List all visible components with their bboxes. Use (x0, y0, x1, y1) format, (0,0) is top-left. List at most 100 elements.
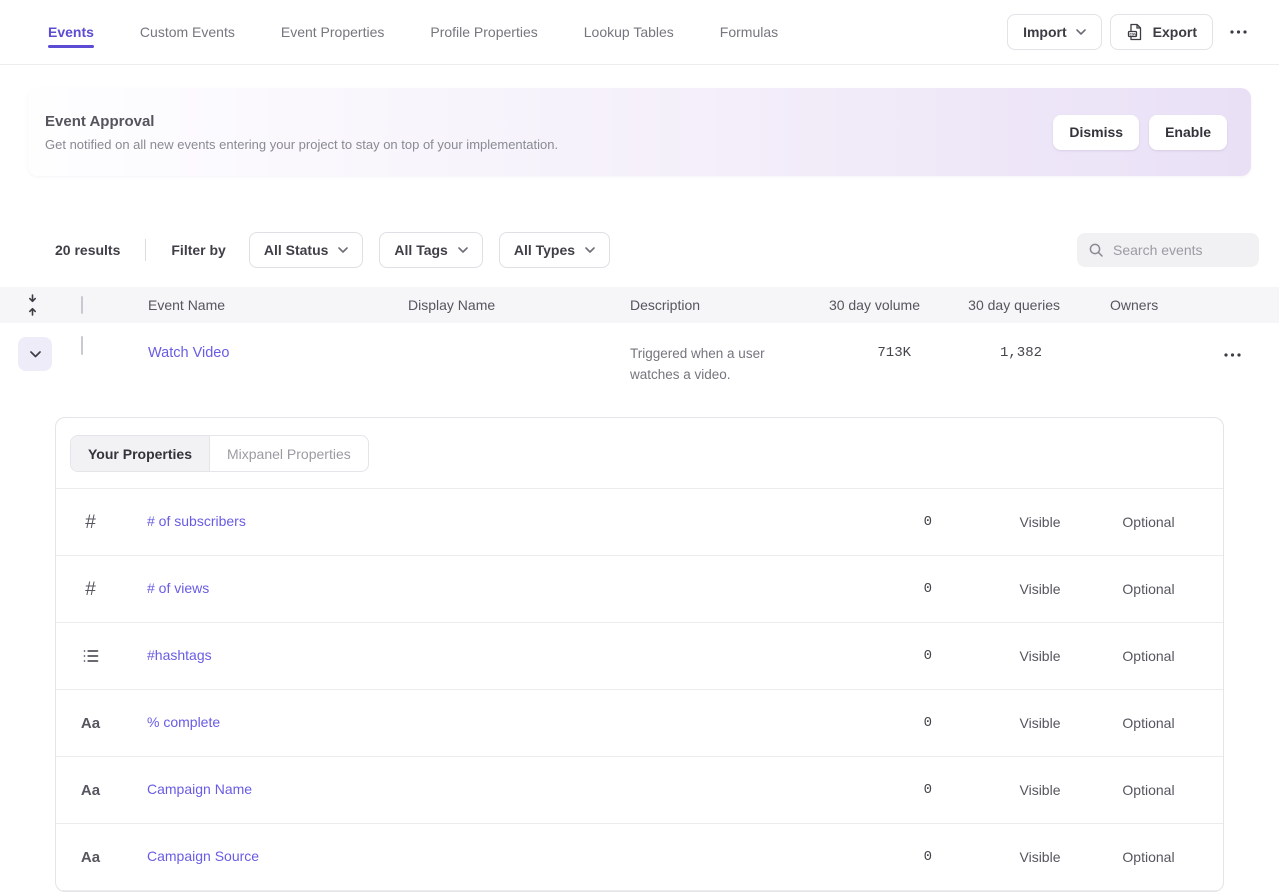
property-name-link[interactable]: # of views (147, 580, 209, 596)
property-name-link[interactable]: % complete (147, 714, 220, 730)
chevron-down-icon (30, 351, 41, 358)
more-options-button[interactable] (1221, 14, 1255, 50)
tab-event-properties-label: Event Properties (281, 24, 385, 40)
property-count: 0 (792, 715, 932, 731)
ellipsis-icon (1224, 353, 1241, 357)
tab-lookup-tables-label: Lookup Tables (584, 24, 674, 40)
nav-actions: Import csv Export (1007, 14, 1255, 50)
property-visibility: Visible (960, 849, 1120, 865)
tags-filter-dropdown[interactable]: All Tags (379, 232, 482, 268)
chevron-down-icon (338, 247, 348, 253)
text-icon: Aa (81, 715, 100, 732)
banner-actions: Dismiss Enable (1053, 115, 1227, 150)
header-owners: Owners (1060, 297, 1190, 313)
ellipsis-icon (1230, 30, 1247, 34)
types-filter-label: All Types (514, 242, 575, 258)
property-requirement: Optional (1120, 581, 1223, 597)
results-count: 20 results (55, 242, 120, 258)
property-row: Aa % complete 0 Visible Optional (56, 690, 1223, 757)
property-visibility: Visible (960, 514, 1120, 530)
row-checkbox[interactable] (81, 336, 83, 355)
status-filter-dropdown[interactable]: All Status (249, 232, 364, 268)
tab-custom-events-label: Custom Events (140, 24, 235, 40)
event-row-watch-video: Watch Video Triggered when a user watche… (0, 323, 1279, 401)
property-requirement: Optional (1120, 514, 1223, 530)
header-30-day-volume: 30 day volume (802, 297, 920, 313)
export-button-label: Export (1153, 24, 1197, 40)
properties-tab-switcher: Your Properties Mixpanel Properties (70, 435, 369, 472)
status-filter-label: All Status (264, 242, 329, 258)
property-visibility: Visible (960, 715, 1120, 731)
number-icon: # (85, 513, 96, 532)
search-events-box (1077, 233, 1259, 267)
search-input[interactable] (1113, 242, 1248, 258)
text-icon: Aa (81, 782, 100, 799)
table-header: Event Name Display Name Description 30 d… (0, 287, 1279, 323)
filter-bar: 20 results Filter by All Status All Tags… (55, 232, 1259, 268)
property-name-link[interactable]: # of subscribers (147, 513, 246, 529)
search-icon (1088, 242, 1104, 258)
property-count: 0 (792, 514, 932, 530)
chevron-down-icon (585, 247, 595, 253)
number-icon: # (85, 580, 96, 599)
tab-formulas[interactable]: Formulas (720, 0, 778, 64)
tab-mixpanel-properties[interactable]: Mixpanel Properties (210, 436, 368, 471)
enable-button[interactable]: Enable (1149, 115, 1227, 150)
property-requirement: Optional (1120, 782, 1223, 798)
banner-title: Event Approval (45, 113, 1053, 130)
property-name-link[interactable]: Campaign Name (147, 781, 252, 797)
divider (145, 239, 146, 261)
tags-filter-label: All Tags (394, 242, 447, 258)
svg-text:csv: csv (1129, 32, 1137, 37)
event-name-link[interactable]: Watch Video (148, 337, 229, 361)
property-row: Aa Campaign Name 0 Visible Optional (56, 757, 1223, 824)
top-navigation: Events Custom Events Event Properties Pr… (0, 0, 1279, 65)
text-icon: Aa (81, 849, 100, 866)
header-event-name: Event Name (130, 297, 390, 313)
types-filter-dropdown[interactable]: All Types (499, 232, 610, 268)
property-count: 0 (792, 581, 932, 597)
filter-dropdowns: All Status All Tags All Types (249, 232, 610, 268)
banner-description: Get notified on all new events entering … (45, 137, 1053, 152)
event-approval-banner: Event Approval Get notified on all new e… (28, 88, 1251, 176)
import-button[interactable]: Import (1007, 14, 1102, 50)
collapse-row-button[interactable] (18, 337, 52, 371)
properties-list: # # of subscribers 0 Visible Optional # … (56, 489, 1223, 891)
property-visibility: Visible (960, 782, 1120, 798)
collapse-all-icon[interactable] (0, 294, 64, 316)
header-display-name: Display Name (390, 297, 612, 313)
event-description: Triggered when a user watches a video. (612, 337, 802, 385)
properties-panel: Your Properties Mixpanel Properties # # … (55, 417, 1224, 892)
chevron-down-icon (1076, 29, 1086, 35)
row-more-options-button[interactable] (1222, 347, 1243, 363)
tab-events[interactable]: Events (48, 0, 94, 64)
property-visibility: Visible (960, 648, 1120, 664)
event-30-day-volume: 713K (802, 337, 920, 361)
property-name-link[interactable]: #hashtags (147, 647, 212, 663)
property-row: # # of views 0 Visible Optional (56, 556, 1223, 623)
list-icon (83, 649, 99, 663)
export-button[interactable]: csv Export (1110, 14, 1213, 50)
property-count: 0 (792, 782, 932, 798)
tab-your-properties[interactable]: Your Properties (71, 436, 210, 471)
property-count: 0 (792, 849, 932, 865)
header-30-day-queries: 30 day queries (920, 297, 1060, 313)
banner-text: Event Approval Get notified on all new e… (45, 113, 1053, 152)
tab-profile-properties-label: Profile Properties (430, 24, 537, 40)
tab-event-properties[interactable]: Event Properties (281, 0, 385, 64)
filter-by-label: Filter by (171, 242, 225, 258)
tab-profile-properties[interactable]: Profile Properties (430, 0, 537, 64)
nav-tabs: Events Custom Events Event Properties Pr… (48, 0, 778, 64)
tab-custom-events[interactable]: Custom Events (140, 0, 235, 64)
select-all-checkbox[interactable] (81, 296, 83, 314)
chevron-down-icon (458, 247, 468, 253)
import-button-label: Import (1023, 24, 1067, 40)
property-visibility: Visible (960, 581, 1120, 597)
property-row: Aa Campaign Source 0 Visible Optional (56, 824, 1223, 891)
tab-lookup-tables[interactable]: Lookup Tables (584, 0, 674, 64)
property-requirement: Optional (1120, 715, 1223, 731)
dismiss-button[interactable]: Dismiss (1053, 115, 1139, 150)
property-requirement: Optional (1120, 849, 1223, 865)
property-name-link[interactable]: Campaign Source (147, 848, 259, 864)
header-description: Description (612, 297, 802, 313)
